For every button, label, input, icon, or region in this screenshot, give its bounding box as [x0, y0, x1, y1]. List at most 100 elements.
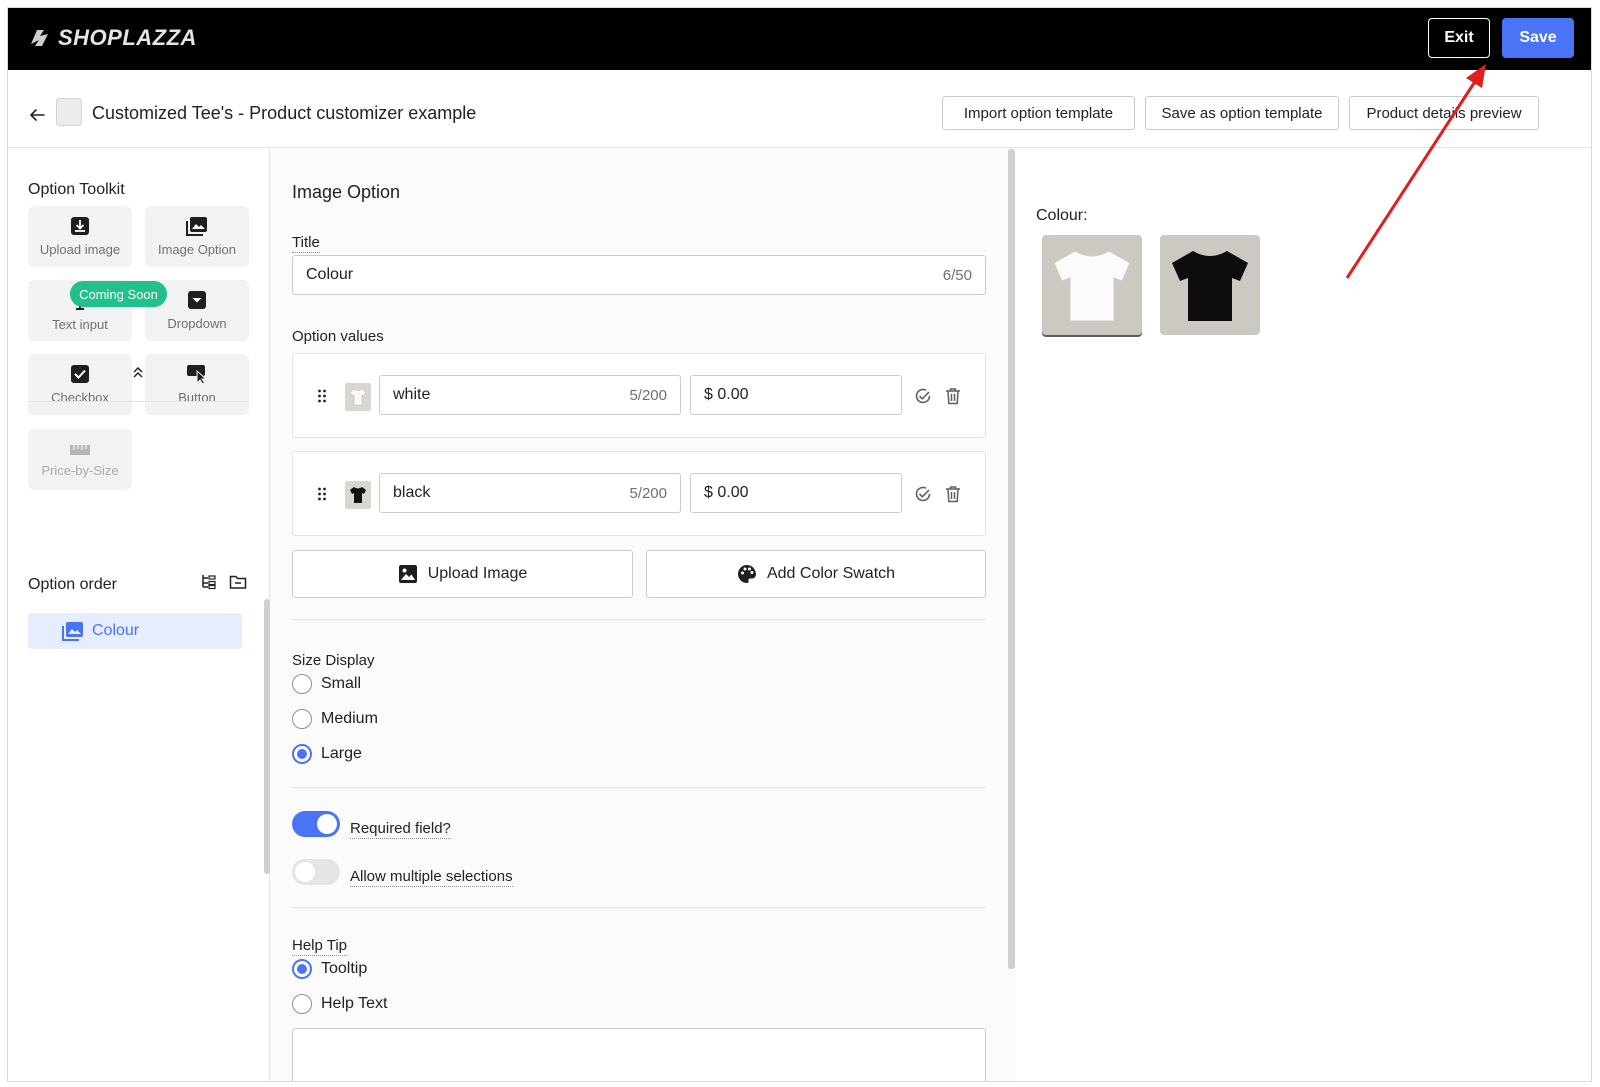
option-values-label: Option values [292, 328, 384, 345]
title-label: Title [292, 234, 320, 253]
delete-icon[interactable] [945, 387, 961, 405]
option-value-name-input[interactable]: white 5/200 [379, 375, 681, 415]
size-option-large[interactable]: Large [292, 744, 362, 764]
editor-heading: Image Option [292, 182, 401, 202]
preview-colour-label: Colour: [1036, 207, 1088, 224]
option-value-price: $ 0.00 [704, 386, 749, 403]
radio-label: Large [321, 745, 362, 762]
page-title: Customized Tee's - Product customizer ex… [92, 103, 477, 123]
delete-icon[interactable] [945, 485, 961, 503]
allow-multiple-label: Allow multiple selections [350, 868, 513, 887]
radio-button[interactable] [292, 709, 312, 729]
help-option-tooltip[interactable]: Tooltip [292, 959, 367, 979]
default-check-icon[interactable] [914, 387, 932, 405]
help-tip-label: Help Tip [292, 937, 348, 956]
radio-button[interactable] [292, 994, 312, 1014]
option-value-card: white 5/200 $ 0.00 [292, 353, 986, 438]
top-bar: SHOPLAZZA Exit Save [8, 8, 1591, 70]
option-value-price-input[interactable]: $ 0.00 [690, 473, 902, 513]
toolkit-title: Option Toolkit [28, 181, 125, 198]
option-order-title: Option order [28, 576, 117, 593]
save-button[interactable]: Save [1502, 18, 1574, 58]
required-field-label: Required field? [350, 820, 451, 839]
title-value: Colour [306, 266, 354, 283]
tool-upload-image[interactable]: Upload image [28, 206, 132, 267]
help-option-help-text[interactable]: Help Text [292, 994, 387, 1014]
black-tshirt-thumbnail[interactable] [345, 481, 371, 509]
size-option-medium[interactable]: Medium [292, 709, 378, 729]
divider [292, 907, 986, 908]
tool-label: Button [178, 390, 216, 405]
option-value-price: $ 0.00 [704, 484, 749, 501]
palette-icon [737, 565, 756, 583]
title-char-count: 6/50 [942, 266, 972, 284]
tool-button[interactable]: Button [145, 354, 249, 415]
tool-image-option[interactable]: Image Option [145, 206, 249, 267]
tool-checkbox[interactable]: Checkbox [28, 354, 132, 415]
radio-label: Tooltip [321, 960, 368, 977]
radio-button[interactable] [292, 674, 312, 694]
drag-handle-icon[interactable] [317, 487, 327, 501]
white-tshirt-thumbnail[interactable] [345, 383, 371, 411]
chevron-double-up-icon[interactable] [131, 365, 145, 379]
page-header: Customized Tee's - Product customizer ex… [8, 70, 1591, 148]
tool-label: Upload image [39, 242, 121, 257]
tool-price-by-size: Price-by-Size [28, 429, 132, 490]
add-color-swatch-label: Add Color Swatch [766, 565, 896, 582]
tool-label: Checkbox [51, 390, 109, 405]
left-sidebar: Option Toolkit Upload image Image Option… [8, 149, 270, 1081]
radio-button-selected[interactable] [292, 959, 312, 979]
ruler-icon [70, 445, 90, 455]
help-tip-text-input[interactable] [292, 1028, 986, 1081]
option-value-char-count: 5/200 [629, 386, 667, 404]
allow-multiple-toggle[interactable] [292, 859, 340, 885]
radio-label: Help Text [321, 995, 388, 1012]
divider [292, 787, 986, 788]
size-option-small[interactable]: Small [292, 674, 361, 694]
tshirt-icon [350, 487, 366, 503]
image-option-icon [186, 217, 207, 236]
option-order-label: Colour [92, 622, 140, 639]
option-value-char-count: 5/200 [629, 484, 667, 502]
preview-swatch-black[interactable] [1160, 235, 1260, 335]
save-template-button[interactable]: Save as option template [1145, 96, 1339, 130]
upload-image-icon [71, 217, 89, 235]
logo-text: SHOPLAZZA [58, 25, 197, 50]
image-option-icon [62, 622, 83, 641]
radio-label: Medium [321, 710, 378, 727]
tool-label: Image Option [157, 242, 237, 257]
app-window: SHOPLAZZA Exit Save Customized Tee's - P… [7, 7, 1592, 1082]
button-icon [187, 365, 208, 384]
black-tshirt-image [1172, 251, 1248, 321]
tool-label: Dropdown [167, 316, 227, 331]
tshirt-icon [349, 388, 367, 406]
white-tshirt-image [1053, 250, 1131, 322]
radio-button-selected[interactable] [292, 744, 312, 764]
exit-button[interactable]: Exit [1428, 18, 1490, 58]
required-field-toggle[interactable] [292, 811, 340, 837]
product-preview-button[interactable]: Product details preview [1349, 96, 1539, 130]
dropdown-icon [188, 291, 206, 309]
shoplazza-logo: SHOPLAZZA [28, 25, 197, 51]
radio-label: Small [321, 675, 362, 692]
option-value-name: black [393, 484, 431, 501]
product-thumbnail [56, 98, 82, 126]
drag-handle-icon[interactable] [317, 389, 327, 403]
upload-image-button[interactable]: Upload Image [292, 550, 633, 598]
editor-scrollbar[interactable] [1008, 149, 1015, 969]
size-display-label: Size Display [292, 652, 375, 669]
option-order-item-colour[interactable]: Colour [28, 613, 242, 649]
logo-mark-icon [31, 30, 48, 46]
back-arrow-icon[interactable] [28, 106, 46, 124]
default-check-icon[interactable] [914, 485, 932, 503]
tree-structure-icon[interactable] [200, 573, 218, 591]
divider [28, 401, 248, 402]
add-color-swatch-button[interactable]: Add Color Swatch [646, 550, 986, 598]
folder-icon[interactable] [229, 574, 247, 590]
option-value-price-input[interactable]: $ 0.00 [690, 375, 902, 415]
option-value-name-input[interactable]: black 5/200 [379, 473, 681, 513]
import-template-button[interactable]: Import option template [942, 96, 1135, 130]
preview-swatch-white[interactable] [1042, 235, 1142, 335]
checkbox-icon [71, 365, 89, 383]
title-input[interactable]: Colour 6/50 [292, 255, 986, 295]
